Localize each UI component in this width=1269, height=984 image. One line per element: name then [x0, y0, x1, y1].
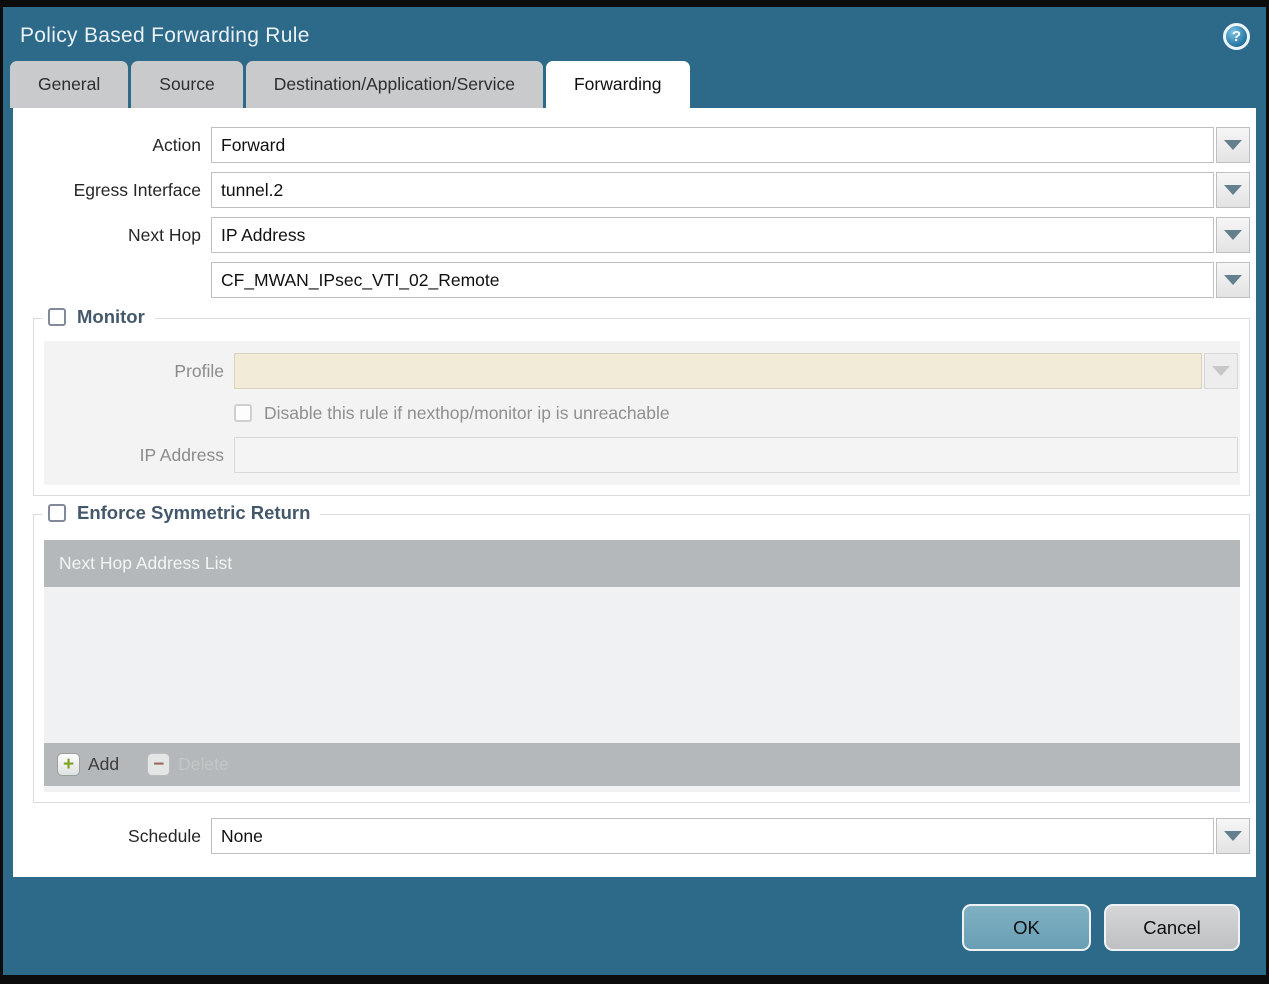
monitor-ip-input: [234, 437, 1238, 473]
enforce-symmetric-return-section: Enforce Symmetric Return Next Hop Addres…: [33, 502, 1250, 803]
policy-based-forwarding-dialog: Policy Based Forwarding Rule ? General S…: [0, 0, 1269, 984]
chevron-down-icon: [1224, 230, 1242, 240]
next-hop-row: Next Hop IP Address: [13, 217, 1250, 253]
next-hop-type-dropdown-button[interactable]: [1216, 217, 1250, 253]
action-select[interactable]: Forward: [211, 127, 1214, 163]
monitor-profile-dropdown-button: [1204, 353, 1238, 389]
enforce-symmetric-return-title: Enforce Symmetric Return: [77, 502, 311, 523]
next-hop-type-select[interactable]: IP Address: [211, 217, 1214, 253]
disable-rule-row: Disable this rule if nexthop/monitor ip …: [234, 399, 1238, 427]
next-hop-address-dropdown-button[interactable]: [1216, 262, 1250, 298]
table-bottom-strip: [44, 786, 1240, 792]
monitor-checkbox[interactable]: [48, 308, 66, 326]
schedule-select[interactable]: None: [211, 818, 1214, 854]
tab-general[interactable]: General: [10, 61, 129, 108]
add-button[interactable]: + Add: [57, 753, 119, 776]
enforce-symmetric-return-checkbox[interactable]: [48, 504, 66, 522]
next-hop-address-list-table: Next Hop Address List + Add − Delete: [44, 540, 1240, 792]
action-row: Action Forward: [13, 127, 1250, 163]
egress-interface-select[interactable]: tunnel.2: [211, 172, 1214, 208]
dialog-footer: OK Cancel: [3, 877, 1266, 951]
monitor-profile-label: Profile: [174, 360, 224, 381]
delete-button: − Delete: [147, 753, 229, 776]
titlebar: Policy Based Forwarding Rule ?: [3, 7, 1266, 61]
chevron-down-icon: [1224, 831, 1242, 841]
delete-button-label: Delete: [178, 754, 229, 774]
monitor-ip-row: IP Address: [44, 437, 1238, 473]
monitor-profile-select: [234, 353, 1202, 389]
egress-interface-row: Egress Interface tunnel.2: [13, 172, 1250, 208]
minus-icon: −: [147, 753, 171, 776]
ok-button[interactable]: OK: [962, 904, 1091, 951]
help-icon[interactable]: ?: [1223, 22, 1250, 50]
page-title: Policy Based Forwarding Rule: [20, 24, 310, 47]
next-hop-address-select[interactable]: CF_MWAN_IPsec_VTI_02_Remote: [211, 262, 1214, 298]
monitor-ip-label: IP Address: [139, 444, 224, 465]
schedule-label: Schedule: [128, 825, 201, 846]
plus-icon: +: [57, 753, 80, 776]
cancel-button[interactable]: Cancel: [1104, 904, 1240, 951]
monitor-fields: Profile Disable this rule if nexthop/mon…: [44, 341, 1240, 485]
forwarding-tab-panel: Action Forward Egress Interface tunnel.2…: [13, 108, 1256, 877]
monitor-title: Monitor: [77, 306, 145, 327]
egress-interface-dropdown-button[interactable]: [1216, 172, 1250, 208]
next-hop-address-list-header: Next Hop Address List: [44, 540, 1240, 587]
schedule-row: Schedule None: [13, 818, 1250, 854]
next-hop-label: Next Hop: [128, 224, 201, 245]
disable-rule-checkbox: [234, 404, 252, 422]
add-button-label: Add: [88, 754, 120, 774]
tab-destination-application-service[interactable]: Destination/Application/Service: [245, 61, 543, 108]
chevron-down-icon: [1212, 366, 1230, 376]
chevron-down-icon: [1224, 275, 1242, 285]
enforce-symmetric-return-legend: Enforce Symmetric Return: [42, 502, 321, 524]
monitor-legend: Monitor: [42, 306, 155, 328]
disable-rule-label: Disable this rule if nexthop/monitor ip …: [264, 402, 670, 423]
action-dropdown-button[interactable]: [1216, 127, 1250, 163]
schedule-dropdown-button[interactable]: [1216, 818, 1250, 854]
monitor-section: Monitor Profile Disable this rule if nex…: [33, 306, 1250, 496]
tab-source[interactable]: Source: [131, 61, 243, 108]
action-label: Action: [152, 134, 201, 155]
tab-forwarding[interactable]: Forwarding: [545, 61, 690, 108]
next-hop-address-list-toolbar: + Add − Delete: [44, 743, 1240, 786]
chevron-down-icon: [1224, 140, 1242, 150]
monitor-profile-row: Profile: [44, 353, 1238, 389]
egress-interface-label: Egress Interface: [73, 179, 201, 200]
tab-bar: General Source Destination/Application/S…: [3, 61, 1266, 108]
next-hop-address-row: CF_MWAN_IPsec_VTI_02_Remote: [13, 262, 1250, 298]
chevron-down-icon: [1224, 185, 1242, 195]
next-hop-address-list-body: [44, 587, 1240, 743]
